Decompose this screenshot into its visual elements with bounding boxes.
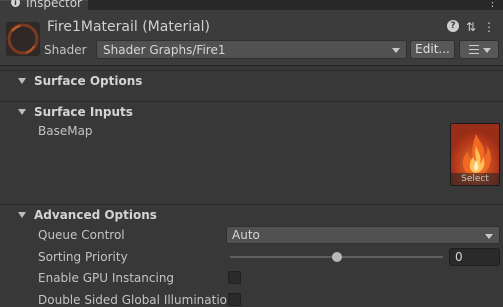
basemap-label: BaseMap [38,124,93,138]
shader-label: Shader [44,43,87,57]
kebab-menu-icon[interactable]: ⋮ [483,20,495,34]
double-sided-gi-label: Double Sided Global Illumination [38,293,235,307]
edit-shader-button[interactable]: Edit... [410,40,455,59]
shader-dropdown[interactable]: Shader Graphs/Fire1 [96,40,407,59]
section-title: Surface Inputs [34,105,133,119]
tab-label: Inspector [26,0,82,10]
sorting-priority-slider-handle[interactable] [331,252,342,262]
shader-dropdown-value: Shader Graphs/Fire1 [103,43,226,57]
section-advanced-options[interactable]: Advanced Options [0,204,503,226]
section-surface-inputs[interactable]: Surface Inputs [0,101,503,123]
material-header: Fire1Materail (Material) ? ⇅ ⋮ Shader Sh… [0,10,503,66]
list-icon [469,45,479,54]
material-title: Fire1Materail (Material) [47,19,211,35]
material-preview-thumbnail[interactable] [6,22,40,56]
kebab-menu-icon[interactable]: ⋮ [487,0,498,9]
texture-select-button[interactable]: Select [451,173,499,185]
queue-control-value: Auto [232,228,260,242]
section-title: Advanced Options [34,208,157,222]
queue-control-dropdown[interactable]: Auto [226,226,500,244]
shader-options-button[interactable] [459,40,499,59]
sorting-priority-field[interactable]: 0 [449,248,500,266]
sorting-priority-value: 0 [455,250,463,264]
chevron-down-icon [485,234,493,239]
tab-inspector[interactable]: i Inspector [0,0,88,10]
section-surface-options[interactable]: Surface Options [0,70,503,92]
info-icon: i [11,0,20,7]
chevron-down-icon [392,48,400,53]
help-icon[interactable]: ? [446,20,459,32]
sorting-priority-label: Sorting Priority [38,250,128,264]
foldout-arrow-icon [18,212,26,218]
double-sided-gi-checkbox[interactable] [228,293,241,306]
section-title: Surface Options [34,74,143,88]
foldout-arrow-icon [18,109,26,115]
settings-sliders-icon[interactable]: ⇅ [466,20,476,34]
gpu-instancing-checkbox[interactable] [228,271,241,284]
foldout-arrow-icon [18,78,26,84]
basemap-texture-slot[interactable]: Select [450,123,500,186]
queue-control-label: Queue Control [38,228,125,242]
chevron-down-icon [483,48,491,53]
tab-strip: i Inspector ⋮ [0,0,503,10]
gpu-instancing-label: Enable GPU Instancing [38,271,175,285]
